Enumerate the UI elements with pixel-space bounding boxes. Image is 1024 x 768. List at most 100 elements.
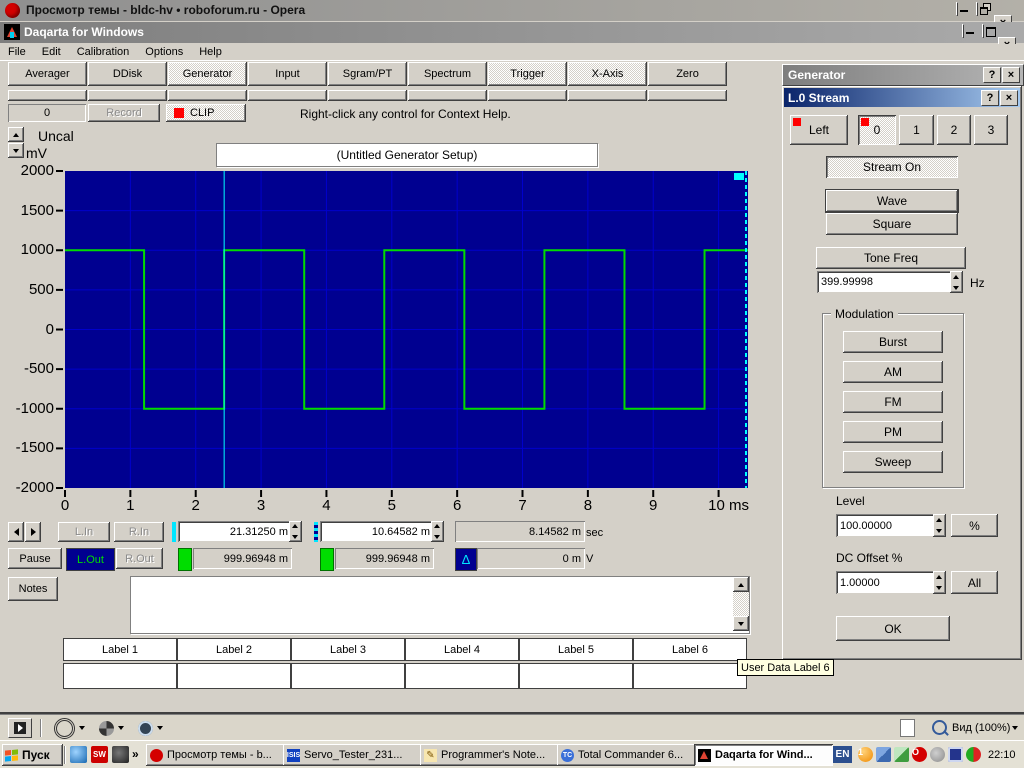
opera-restore-button[interactable] [976, 2, 978, 16]
sweep-button[interactable]: Sweep [843, 451, 943, 473]
zoom-magnifier-icon[interactable] [932, 720, 947, 735]
menu-calibration[interactable]: Calibration [69, 44, 138, 60]
user-label-header-5[interactable]: Label 5 [519, 638, 633, 661]
cursor2-spinner[interactable] [431, 521, 444, 542]
user-label-header-2[interactable]: Label 2 [177, 638, 291, 661]
tone-freq-input[interactable]: 399.99998 [817, 271, 954, 293]
burst-button[interactable]: Burst [843, 331, 943, 353]
dc-offset-input[interactable]: 1.00000 [836, 571, 937, 594]
tray-antivirus-icon[interactable] [966, 747, 981, 762]
notes-scrollbar[interactable] [733, 577, 749, 631]
record-button[interactable]: Record [88, 104, 160, 122]
scroll-right-button[interactable] [25, 522, 41, 542]
l-in-button[interactable]: L.In [58, 522, 110, 542]
r-in-button[interactable]: R.In [114, 522, 164, 542]
tab-ddisk[interactable]: DDisk [88, 62, 167, 86]
stream-help-button[interactable]: ? [981, 90, 999, 106]
start-button[interactable]: Пуск [2, 744, 63, 766]
notes-button[interactable]: Notes [8, 577, 58, 601]
tray-opera-icon[interactable]: O [912, 747, 927, 762]
user-label-header-4[interactable]: Label 4 [405, 638, 519, 661]
stream-close-button[interactable]: × [1000, 90, 1018, 106]
tray-network-icon[interactable] [876, 747, 891, 762]
daqarta-minimize-button[interactable] [962, 24, 964, 38]
clip-indicator[interactable]: CLIP [166, 104, 246, 122]
taskbar-task-programmers-notepad[interactable]: ✎ Programmer's Note... [420, 744, 559, 766]
user-label-value-5[interactable] [519, 663, 633, 689]
taskbar-task-opera[interactable]: Просмотр темы - b... [146, 744, 285, 766]
level-unit-button[interactable]: % [951, 514, 998, 537]
user-label-header-6[interactable]: Label 6 [633, 638, 747, 661]
stream-1-button[interactable]: 1 [899, 115, 934, 145]
cursor1-time-field[interactable]: 21.31250 m [178, 521, 292, 542]
tray-display-icon[interactable] [948, 747, 963, 762]
daqarta-maximize-button[interactable] [982, 24, 984, 38]
print-preview-icon[interactable] [900, 719, 915, 737]
stream-0-button[interactable]: 0 [858, 115, 896, 145]
tone-freq-spinner[interactable] [950, 271, 963, 293]
wave-type-button[interactable]: Square [826, 213, 958, 235]
menu-help[interactable]: Help [191, 44, 230, 60]
taskbar-task-servo-tester[interactable]: ISIS Servo_Tester_231... [283, 744, 422, 766]
pause-button[interactable]: Pause [8, 548, 62, 569]
opera-fan-icon[interactable] [99, 721, 114, 736]
tab-averager[interactable]: Averager [8, 62, 87, 86]
stream-2-button[interactable]: 2 [937, 115, 971, 145]
wave-button[interactable]: Wave [826, 190, 958, 212]
pm-button[interactable]: PM [843, 421, 943, 443]
notes-scroll-up-icon[interactable] [733, 577, 749, 592]
quick-launch-icon-2[interactable]: SW [91, 746, 108, 763]
daqarta-titlebar[interactable]: Daqarta for Windows × [0, 22, 1024, 43]
taskbar-task-daqarta[interactable]: Daqarta for Wind... [694, 744, 833, 766]
dc-offset-spinner[interactable] [933, 571, 946, 594]
opera-clock-icon[interactable] [138, 721, 153, 736]
stream-on-button[interactable]: Stream On [826, 156, 958, 178]
cursor1-spinner[interactable] [289, 521, 302, 542]
y-scale-down-button[interactable] [8, 143, 24, 158]
ok-button[interactable]: OK [836, 616, 950, 641]
tab-x-axis[interactable]: X-Axis [568, 62, 647, 86]
opera-minimize-button[interactable] [956, 2, 958, 16]
tab-generator[interactable]: Generator [168, 62, 247, 86]
taskbar-task-total-commander[interactable]: TC Total Commander 6... [557, 744, 696, 766]
generator-panel-titlebar[interactable]: Generator ? × [782, 64, 1024, 86]
opera-titlebar[interactable]: Просмотр темы - bldc-hv • roboforum.ru -… [0, 0, 1024, 21]
opera-zoom-label[interactable]: Вид (100%) [952, 722, 1010, 734]
y-scale-up-button[interactable] [8, 127, 24, 142]
tab-input[interactable]: Input [248, 62, 327, 86]
r-out-button[interactable]: R.Out [116, 548, 163, 569]
menu-options[interactable]: Options [137, 44, 191, 60]
user-label-value-4[interactable] [405, 663, 519, 689]
waveform-plot[interactable] [55, 165, 760, 520]
notes-scroll-down-icon[interactable] [733, 616, 749, 631]
user-label-header-1[interactable]: Label 1 [63, 638, 177, 661]
user-label-value-6[interactable] [633, 663, 747, 689]
level-input[interactable]: 100.00000 [836, 514, 937, 537]
stream-3-button[interactable]: 3 [974, 115, 1008, 145]
generator-help-button[interactable]: ? [983, 67, 1001, 83]
level-spinner[interactable] [933, 514, 946, 537]
menu-file[interactable]: File [0, 44, 34, 60]
scroll-left-button[interactable] [8, 522, 24, 542]
quick-launch-icon-1[interactable] [70, 746, 87, 763]
tray-printer-icon[interactable] [894, 747, 909, 762]
tab-sgram-pt[interactable]: Sgram/PT [328, 62, 407, 86]
notes-textarea[interactable] [130, 576, 750, 634]
tab-zero[interactable]: Zero [648, 62, 727, 86]
tone-freq-button[interactable]: Tone Freq [816, 247, 966, 269]
channel-left-button[interactable]: Left [790, 115, 848, 145]
tray-volume-icon[interactable] [930, 747, 945, 762]
dc-offset-all-button[interactable]: All [951, 571, 998, 594]
am-button[interactable]: AM [843, 361, 943, 383]
quick-launch-chevron[interactable]: » [132, 747, 139, 761]
stream-panel-titlebar[interactable]: L.0 Stream ? × [784, 88, 1020, 107]
tab-trigger[interactable]: Trigger [488, 62, 567, 86]
user-label-value-1[interactable] [63, 663, 177, 689]
fm-button[interactable]: FM [843, 391, 943, 413]
language-indicator[interactable]: EN [833, 746, 852, 763]
opera-sync-icon[interactable] [54, 718, 75, 739]
user-label-value-3[interactable] [291, 663, 405, 689]
cursor2-time-field[interactable]: 10.64582 m [320, 521, 434, 542]
user-label-value-2[interactable] [177, 663, 291, 689]
tab-spectrum[interactable]: Spectrum [408, 62, 487, 86]
